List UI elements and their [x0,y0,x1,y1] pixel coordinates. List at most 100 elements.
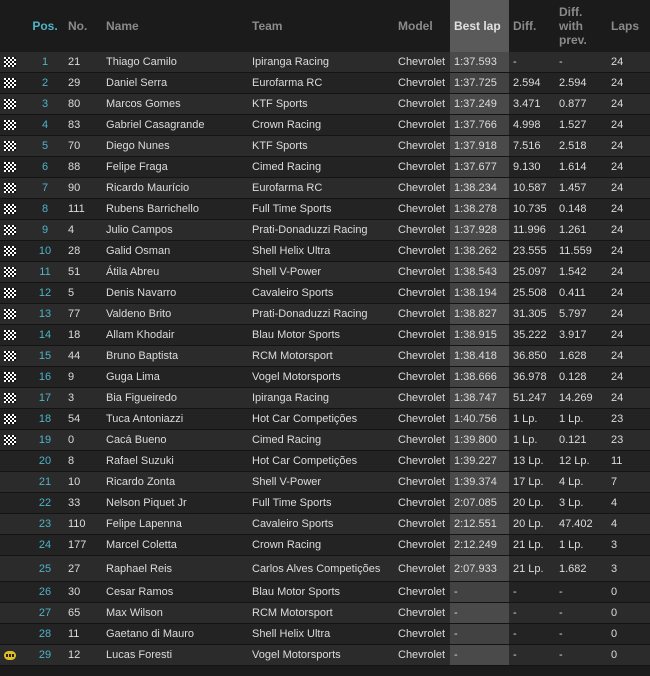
diff-cell: - [509,602,555,624]
flag-cell [0,602,26,624]
driver-name-cell: Marcos Gomes [102,93,248,115]
laps-cell: 24 [607,93,650,115]
best-lap-cell: - [450,581,509,603]
car-number-cell: 27 [64,555,102,582]
diff-prev-column-header[interactable]: Diff. with prev. [555,0,607,52]
car-number-cell: 9 [64,366,102,388]
laps-cell: 24 [607,282,650,304]
team-cell: KTF Sports [248,93,394,115]
table-row[interactable]: 28 11 Gaetano di Mauro Shell Helix Ultra Che… [0,623,650,645]
team-cell: Shell Helix Ultra [248,623,394,645]
laps-cell: 24 [607,366,650,388]
model-cell: Chevrolet [394,534,450,556]
model-cell: Chevrolet [394,156,450,178]
laps-cell: 24 [607,324,650,346]
diff-cell: - [509,52,555,73]
table-row[interactable]: 25 27 Raphael Reis Carlos Alves Competições… [0,555,650,582]
car-number-cell: 88 [64,156,102,178]
table-row[interactable]: 22 33 Nelson Piquet Jr Full Time Sports Chev… [0,492,650,514]
laps-cell: 24 [607,135,650,157]
car-number-cell: 54 [64,408,102,430]
team-cell: Ipiranga Racing [248,387,394,409]
table-row[interactable]: 2 29 Daniel Serra Eurofarma RC Chevrolet 1:37… [0,72,650,94]
table-row[interactable]: 21 10 Ricardo Zonta Shell V-Power Chevrolet 1… [0,471,650,493]
table-row[interactable]: 8 111 Rubens Barrichello Full Time Sports Ch… [0,198,650,220]
diff-prev-cell: 1.614 [555,156,607,178]
best-lap-cell: 2:07.933 [450,555,509,582]
table-row[interactable]: 13 77 Valdeno Brito Prati-Donaduzzi Racing C… [0,303,650,325]
car-number-cell: 4 [64,219,102,241]
best-lap-cell: 1:37.928 [450,219,509,241]
best-lap-column-header[interactable]: Best lap [450,0,509,52]
table-row[interactable]: 29 12 Lucas Foresti Vogel Motorsports Chevro… [0,644,650,666]
table-row[interactable]: 14 18 Allam Khodair Blau Motor Sports Chevro… [0,324,650,346]
table-row[interactable]: 11 51 Átila Abreu Shell V-Power Chevrolet 1:3… [0,261,650,283]
team-cell: Cavaleiro Sports [248,282,394,304]
driver-name-cell: Valdeno Brito [102,303,248,325]
team-cell: Crown Racing [248,534,394,556]
table-row[interactable]: 9 4 Julio Campos Prati-Donaduzzi Racing Chev… [0,219,650,241]
table-row[interactable]: 20 8 Rafael Suzuki Hot Car Competições Chevr… [0,450,650,472]
model-cell: Chevrolet [394,644,450,666]
table-row[interactable]: 23 110 Felipe Lapenna Cavaleiro Sports Chevr… [0,513,650,535]
table-row[interactable]: 17 3 Bia Figueiredo Ipiranga Racing Chevrole… [0,387,650,409]
model-cell: Chevrolet [394,555,450,582]
table-row[interactable]: 5 70 Diego Nunes KTF Sports Chevrolet 1:37.91… [0,135,650,157]
pos-cell: 12 [26,282,64,304]
table-row[interactable]: 10 28 Galid Osman Shell Helix Ultra Chevrole… [0,240,650,262]
table-row[interactable]: 15 44 Bruno Baptista RCM Motorsport Chevrole… [0,345,650,367]
driver-name-cell: Diego Nunes [102,135,248,157]
best-lap-cell: 1:38.418 [450,345,509,367]
car-number-cell: 33 [64,492,102,514]
checkered-flag-icon [4,267,16,278]
best-lap-cell: 1:37.249 [450,93,509,115]
driver-name-cell: Julio Campos [102,219,248,241]
table-row[interactable]: 7 90 Ricardo Maurício Eurofarma RC Chevrolet… [0,177,650,199]
laps-cell: 24 [607,156,650,178]
driver-name-cell: Bia Figueiredo [102,387,248,409]
driver-name-cell: Gaetano di Mauro [102,623,248,645]
diff-cell: 7.516 [509,135,555,157]
table-row[interactable]: 19 0 Cacá Bueno Cimed Racing Chevrolet 1:39.8… [0,429,650,451]
table-row[interactable]: 1 21 Thiago Camilo Ipiranga Racing Chevrolet… [0,52,650,73]
pos-column-header[interactable]: Pos. [26,0,64,52]
checkered-flag-icon [4,204,16,215]
diff-prev-cell: 14.269 [555,387,607,409]
team-cell: Blau Motor Sports [248,324,394,346]
driver-name-cell: Tuca Antoniazzi [102,408,248,430]
model-column-header[interactable]: Model [394,0,450,52]
table-row[interactable]: 18 54 Tuca Antoniazzi Hot Car Competições Ch… [0,408,650,430]
table-row[interactable]: 27 65 Max Wilson RCM Motorsport Chevrolet - - -… [0,602,650,624]
laps-cell: 23 [607,429,650,451]
table-row[interactable]: 3 80 Marcos Gomes KTF Sports Chevrolet 1:37.2… [0,93,650,115]
table-row[interactable]: 24 177 Marcel Coletta Crown Racing Chevrolet… [0,534,650,556]
pos-cell: 10 [26,240,64,262]
name-column-header[interactable]: Name [102,0,248,52]
table-row[interactable]: 6 88 Felipe Fraga Cimed Racing Chevrolet 1:37… [0,156,650,178]
diff-column-header[interactable]: Diff. [509,0,555,52]
driver-name-cell: Guga Lima [102,366,248,388]
best-lap-cell: 1:38.666 [450,366,509,388]
laps-cell: 0 [607,581,650,603]
diff-prev-cell: 0.148 [555,198,607,220]
diff-prev-cell: 1.527 [555,114,607,136]
laps-column-header[interactable]: Laps [607,0,650,52]
best-lap-cell: 1:38.278 [450,198,509,220]
driver-name-cell: Nelson Piquet Jr [102,492,248,514]
model-cell: Chevrolet [394,72,450,94]
car-number-cell: 83 [64,114,102,136]
no-column-header[interactable]: No. [64,0,102,52]
team-cell: Hot Car Competições [248,450,394,472]
pos-cell: 26 [26,581,64,603]
best-lap-cell: 1:39.800 [450,429,509,451]
best-lap-cell: - [450,623,509,645]
team-cell: Shell Helix Ultra [248,240,394,262]
laps-cell: 4 [607,492,650,514]
team-column-header[interactable]: Team [248,0,394,52]
table-row[interactable]: 12 5 Denis Navarro Cavaleiro Sports Chevrole… [0,282,650,304]
table-row[interactable]: 16 9 Guga Lima Vogel Motorsports Chevrolet 1:… [0,366,650,388]
table-row[interactable]: 4 83 Gabriel Casagrande Crown Racing Chevrol… [0,114,650,136]
pos-cell: 19 [26,429,64,451]
team-cell: Vogel Motorsports [248,644,394,666]
table-row[interactable]: 26 30 Cesar Ramos Blau Motor Sports Chevrole… [0,581,650,603]
